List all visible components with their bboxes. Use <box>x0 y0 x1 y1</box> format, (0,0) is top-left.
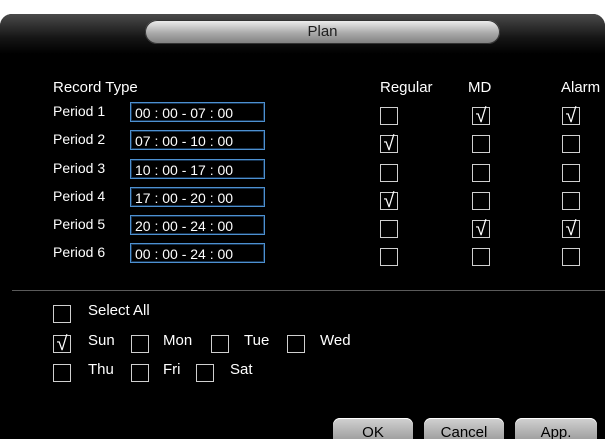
thu-label: Thu <box>88 361 114 378</box>
period-label: Period 3 <box>53 160 106 176</box>
plan-window: Plan Record Type Regular MD Alarm Period… <box>0 14 605 439</box>
period-3-regular-checkbox[interactable] <box>380 164 398 182</box>
period-5-time-field[interactable]: 20 : 00 - 24 : 00 <box>130 215 265 235</box>
wed-checkbox[interactable] <box>287 335 305 353</box>
wed-label: Wed <box>320 332 351 349</box>
period-3-md-checkbox[interactable] <box>472 164 490 182</box>
sun-label: Sun <box>88 332 115 349</box>
period-label: Period 1 <box>53 103 106 119</box>
record-type-header: Record Type <box>53 79 138 96</box>
thu-checkbox[interactable] <box>53 364 71 382</box>
period-1-regular-checkbox[interactable] <box>380 107 398 125</box>
md-column-header: MD <box>468 79 492 96</box>
cancel-button[interactable]: Cancel <box>424 418 504 439</box>
sun-checkbox[interactable]: √ <box>53 334 71 354</box>
alarm-column-header: Alarm <box>561 79 601 96</box>
select-all-checkbox[interactable] <box>53 305 71 323</box>
period-6-time-field[interactable]: 00 : 00 - 24 : 00 <box>130 243 265 263</box>
period-1-time-field[interactable]: 00 : 00 - 07 : 00 <box>130 102 265 122</box>
fri-checkbox[interactable] <box>131 364 149 382</box>
period-6-alarm-checkbox[interactable] <box>562 248 580 266</box>
mon-checkbox[interactable] <box>131 335 149 353</box>
apply-button[interactable]: App. <box>515 418 597 439</box>
period-2-time-field[interactable]: 07 : 00 - 10 : 00 <box>130 130 265 150</box>
period-6-md-checkbox[interactable] <box>472 248 490 266</box>
period-2-alarm-checkbox[interactable] <box>562 135 580 153</box>
section-divider <box>12 290 605 291</box>
window-title: Plan <box>145 20 500 44</box>
period-label: Period 4 <box>53 188 106 204</box>
title-bar[interactable]: Plan <box>0 14 605 54</box>
period-5-regular-checkbox[interactable] <box>380 220 398 238</box>
tue-checkbox[interactable] <box>211 335 229 353</box>
period-1-md-checkbox[interactable]: √ <box>472 106 490 126</box>
period-3-alarm-checkbox[interactable] <box>562 164 580 182</box>
period-4-regular-checkbox[interactable]: √ <box>380 191 398 211</box>
tue-label: Tue <box>244 332 270 349</box>
ok-button[interactable]: OK <box>333 418 413 439</box>
period-3-time-field[interactable]: 10 : 00 - 17 : 00 <box>130 159 265 179</box>
period-4-alarm-checkbox[interactable] <box>562 192 580 210</box>
period-5-alarm-checkbox[interactable]: √ <box>562 219 580 239</box>
fri-label: Fri <box>163 361 181 378</box>
period-4-time-field[interactable]: 17 : 00 - 20 : 00 <box>130 187 265 207</box>
period-2-md-checkbox[interactable] <box>472 135 490 153</box>
period-4-md-checkbox[interactable] <box>472 192 490 210</box>
regular-column-header: Regular <box>380 79 433 96</box>
period-2-regular-checkbox[interactable]: √ <box>380 134 398 154</box>
period-5-md-checkbox[interactable]: √ <box>472 219 490 239</box>
period-label: Period 6 <box>53 244 106 260</box>
mon-label: Mon <box>163 332 193 349</box>
period-1-alarm-checkbox[interactable]: √ <box>562 106 580 126</box>
sat-label: Sat <box>230 361 253 378</box>
period-6-regular-checkbox[interactable] <box>380 248 398 266</box>
select-all-label: Select All <box>88 302 150 319</box>
sat-checkbox[interactable] <box>196 364 214 382</box>
period-label: Period 5 <box>53 216 106 232</box>
period-label: Period 2 <box>53 131 106 147</box>
